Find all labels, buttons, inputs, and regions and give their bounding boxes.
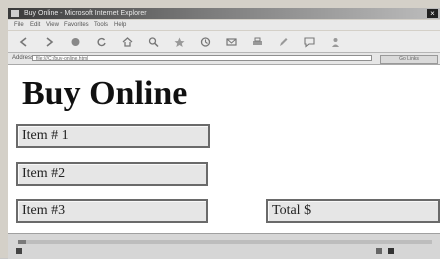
address-input[interactable]: file:///C:/buy-online.html <box>32 55 372 61</box>
mail-icon[interactable] <box>226 35 237 47</box>
menu-view[interactable]: View <box>46 20 59 30</box>
menu-bar: File Edit View Favorites Tools Help <box>8 20 440 30</box>
page-title: Buy Online <box>22 75 188 112</box>
home-icon[interactable] <box>122 35 133 47</box>
refresh-icon[interactable] <box>96 35 107 47</box>
messenger-icon[interactable] <box>330 35 341 47</box>
menu-tools[interactable]: Tools <box>94 20 108 30</box>
item-3-field[interactable]: Item #3 <box>16 199 208 223</box>
forward-icon[interactable] <box>44 35 55 47</box>
page-status-icon <box>16 248 22 254</box>
app-icon <box>11 10 19 17</box>
discuss-icon[interactable] <box>304 35 315 48</box>
toolbar <box>8 31 440 53</box>
address-label: Address <box>12 55 35 61</box>
item-1-field[interactable]: Item # 1 <box>16 124 210 148</box>
item-2-field[interactable]: Item #2 <box>16 162 208 186</box>
history-icon[interactable] <box>200 35 211 47</box>
page-content: Buy Online Item # 1 Item #2 Item #3 Tota… <box>8 65 440 233</box>
stop-icon[interactable] <box>70 35 81 47</box>
close-button[interactable]: × <box>427 9 438 18</box>
window-title: Buy Online - Microsoft Internet Explorer <box>24 10 147 17</box>
title-bar: Buy Online - Microsoft Internet Explorer… <box>8 8 440 19</box>
browser-window: Buy Online - Microsoft Internet Explorer… <box>0 0 440 259</box>
menu-file[interactable]: File <box>14 20 24 30</box>
edit-icon[interactable] <box>278 35 289 47</box>
print-icon[interactable] <box>252 35 263 47</box>
menu-edit[interactable]: Edit <box>30 20 40 30</box>
favorites-icon[interactable] <box>174 35 185 47</box>
progress-bar <box>18 240 432 244</box>
back-icon[interactable] <box>18 35 29 47</box>
progress-fill <box>18 240 27 244</box>
search-icon[interactable] <box>148 35 159 48</box>
total-field[interactable]: Total $ <box>266 199 440 223</box>
menu-favorites[interactable]: Favorites <box>64 20 89 30</box>
address-bar: Address file:///C:/buy-online.html Go Li… <box>8 53 440 65</box>
go-button[interactable]: Go Links <box>380 55 438 64</box>
zone-icon <box>388 248 394 254</box>
security-icon <box>376 248 382 254</box>
status-bar <box>8 233 440 259</box>
menu-help[interactable]: Help <box>114 20 126 30</box>
